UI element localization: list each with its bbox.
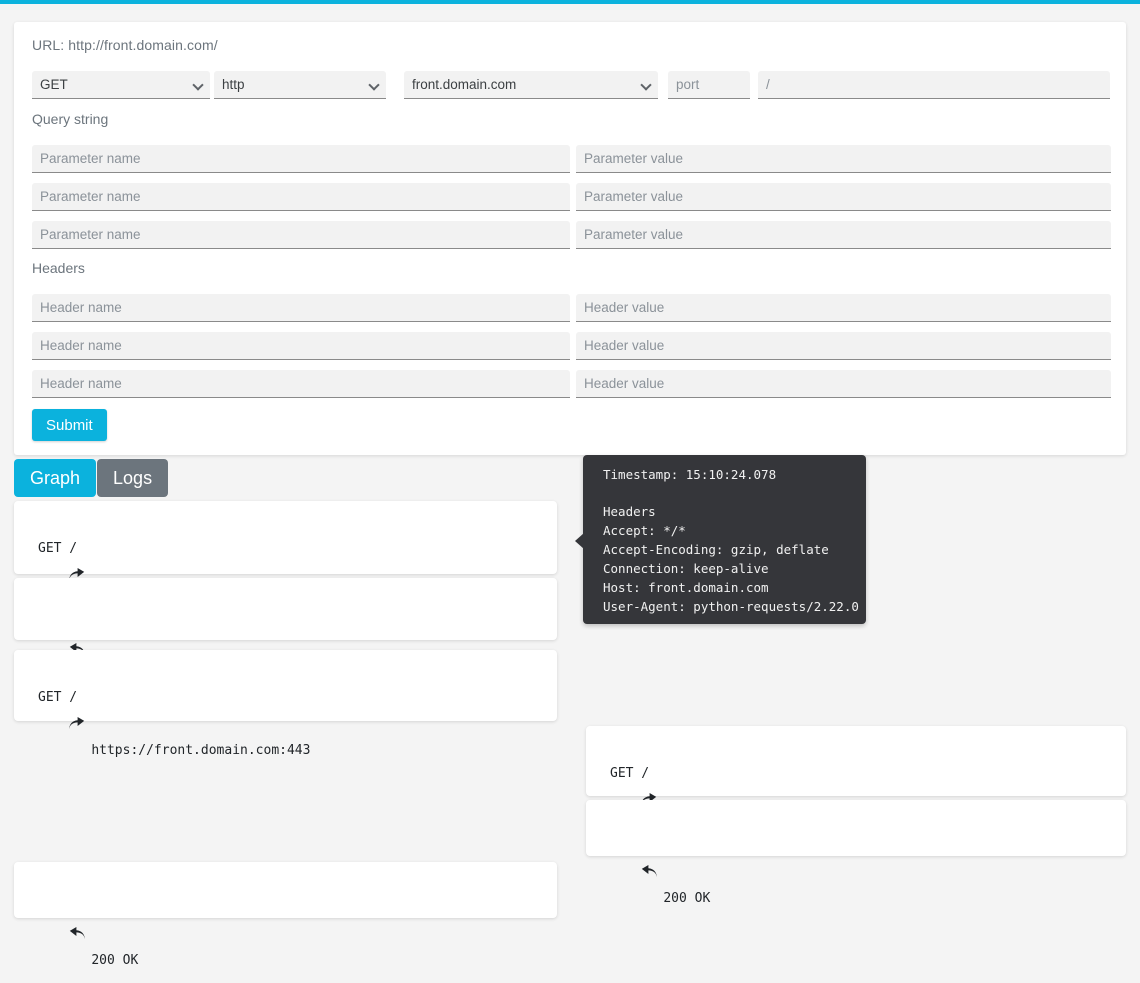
reply-icon [69,613,86,656]
header-value-input-1[interactable] [576,294,1111,322]
host-select[interactable]: front.domain.comback.domain.local [404,71,658,99]
tab-graph[interactable]: Graph [14,459,97,497]
query-param-name-input-3[interactable] [32,221,570,249]
graph-node-response-3[interactable]: 200 OK [586,800,1126,906]
submit-button[interactable]: Submit [32,409,107,441]
query-string-label: Query string [32,111,109,127]
headers-label: Headers [32,260,85,276]
graph-node-target-2: https://front.domain.com:443 [38,672,310,773]
request-details-tooltip: Timestamp: 15:10:24.078 Headers Accept: … [575,455,866,624]
tooltip-line-accept: Accept: */* [603,523,686,538]
graph-node-status-text-3: 200 OK [663,891,711,906]
header-name-input-2[interactable] [32,332,570,360]
tooltip-line-host: Host: front.domain.com [603,580,769,595]
graph-node-request-3[interactable]: http://back.domain.local:80 GET / [586,726,1126,834]
url-preview: URL: http://front.domain.com/ [32,37,218,53]
query-param-value-input-1[interactable] [576,145,1111,173]
graph-node-response-2[interactable]: 200 OK [14,862,557,968]
tooltip-line-timestamp: Timestamp: 15:10:24.078 [603,467,777,482]
graph-node-request-2[interactable]: https://front.domain.com:443 GET / [14,650,557,758]
request-form-card: URL: http://front.domain.com/ GETPOSTPUT… [14,22,1126,455]
tab-logs[interactable]: Logs [97,459,169,497]
top-accent-bar [0,0,1140,4]
query-param-value-input-2[interactable] [576,183,1111,211]
tooltip-line-headers-title: Headers [603,504,656,519]
header-name-input-3[interactable] [32,370,570,398]
query-param-value-input-3[interactable] [576,221,1111,249]
graph-node-request-1[interactable]: http://front.domain.com:80 GET / [14,501,557,609]
path-input[interactable] [758,71,1110,99]
port-input[interactable] [668,71,750,99]
query-param-name-input-1[interactable] [32,145,570,173]
query-param-name-input-2[interactable] [32,183,570,211]
graph-node-status-2: 200 OK [38,882,138,983]
reply-icon [69,897,86,940]
graph-node-request-line-2: GET / [38,690,78,705]
tooltip-line-accept-encoding: Accept-Encoding: gzip, deflate [603,542,829,557]
graph-node-status-text-2: 200 OK [91,953,139,968]
result-view-tabs: Graph Logs [14,459,169,497]
host-select-wrapper[interactable]: front.domain.comback.domain.local [404,71,658,99]
graph-node-request-line-1: GET / [38,541,78,556]
graph-node-response-1[interactable]: 301 Moved Permanently [14,578,557,684]
scheme-select[interactable]: httphttps [214,71,386,99]
method-select-wrapper[interactable]: GETPOSTPUTDELETEHEADOPTIONSPATCH [32,71,210,99]
reply-icon [641,835,658,878]
header-value-input-2[interactable] [576,332,1111,360]
tooltip-line-connection: Connection: keep-alive [603,561,769,576]
graph-node-target-text-2: https://front.domain.com:443 [91,743,311,758]
scheme-select-wrapper[interactable]: httphttps [214,71,386,99]
header-name-input-1[interactable] [32,294,570,322]
graph-node-request-line-3: GET / [610,766,650,781]
method-select[interactable]: GETPOSTPUTDELETEHEADOPTIONSPATCH [32,71,210,99]
tooltip-line-user-agent: User-Agent: python-requests/2.22.0 [603,599,859,614]
header-value-input-3[interactable] [576,370,1111,398]
graph-node-status-3: 200 OK [610,820,710,921]
